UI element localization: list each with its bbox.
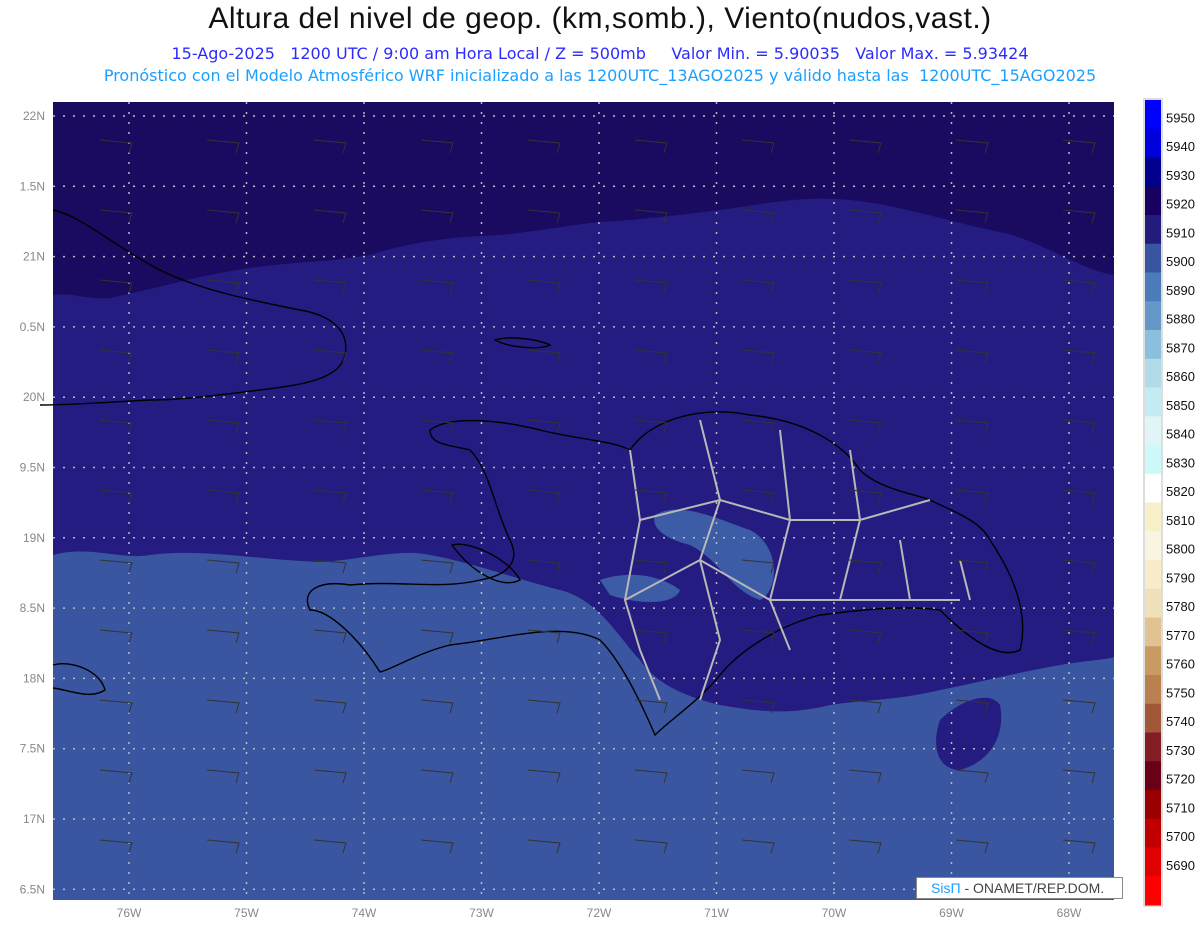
colorbar-label: 5780 <box>1166 599 1195 614</box>
lat-label: 1.5N <box>20 179 45 193</box>
colorbar-label: 5940 <box>1166 139 1195 154</box>
colorbar: 5950 5940 5930 5920 5910 5900 5890 5880 5870 5860… <box>1143 98 1195 907</box>
colorbar-swatch <box>1145 157 1161 187</box>
colorbar-label: 5950 <box>1166 110 1195 125</box>
lat-label: 22N <box>23 109 45 123</box>
colorbar-label: 5870 <box>1166 340 1195 355</box>
geopotential-map: 22N 1.5N 21N 0.5N 20N 9.5N 19N 8.5N 18N 7.5N 17N 6.… <box>20 98 1195 920</box>
colorbar-label: 5760 <box>1166 657 1195 672</box>
colorbar-swatch <box>1145 445 1161 475</box>
colorbar-swatch <box>1145 272 1161 302</box>
colorbar-label: 5890 <box>1166 283 1195 298</box>
colorbar-swatch <box>1145 387 1161 417</box>
colorbar-label: 5710 <box>1166 800 1195 815</box>
lon-label: 75W <box>234 906 259 920</box>
lat-label: 19N <box>23 531 45 545</box>
lon-label: 70W <box>822 906 847 920</box>
colorbar-label: 5790 <box>1166 570 1195 585</box>
colorbar-swatch <box>1145 128 1161 158</box>
colorbar-swatch <box>1145 847 1161 877</box>
colorbar-swatch <box>1145 617 1161 647</box>
colorbar-label: 5860 <box>1166 369 1195 384</box>
colorbar-label: 5800 <box>1166 542 1195 557</box>
lon-label: 73W <box>469 906 494 920</box>
colorbar-label: 5820 <box>1166 484 1195 499</box>
chart-subtitle: 15-Ago-2025 1200 UTC / 9:00 am Hora Loca… <box>171 44 1029 63</box>
colorbar-label: 5900 <box>1166 254 1195 269</box>
colorbar-swatch <box>1145 560 1161 590</box>
colorbar-label: 5920 <box>1166 197 1195 212</box>
colorbar-swatch <box>1145 215 1161 245</box>
colorbar-swatch <box>1145 732 1161 762</box>
colorbar-swatch <box>1145 330 1161 360</box>
colorbar-swatch <box>1145 531 1161 561</box>
colorbar-swatch <box>1145 761 1161 791</box>
colorbar-swatch <box>1145 473 1161 503</box>
lon-label: 74W <box>352 906 377 920</box>
colorbar-label: 5810 <box>1166 513 1195 528</box>
colorbar-label: 5770 <box>1166 628 1195 643</box>
lat-label: 9.5N <box>20 461 45 475</box>
lat-label: 18N <box>23 671 45 685</box>
lon-label: 76W <box>117 906 142 920</box>
credit-label: SisΠ - ONAMET/REP.DOM. <box>916 877 1123 899</box>
colorbar-swatch <box>1145 588 1161 618</box>
model-info: Pronóstico con el Modelo Atmosférico WRF… <box>103 66 1097 85</box>
colorbar-label: 5930 <box>1166 168 1195 183</box>
lat-label: 21N <box>23 250 45 264</box>
credit-text: - ONAMET/REP.DOM. <box>960 880 1105 896</box>
colorbar-swatch <box>1145 646 1161 676</box>
colorbar-swatch <box>1145 703 1161 733</box>
colorbar-swatch <box>1145 675 1161 705</box>
colorbar-label: 5690 <box>1166 858 1195 873</box>
lat-label: 17N <box>23 812 45 826</box>
colorbar-swatch <box>1145 186 1161 216</box>
chart-title: Altura del nivel de geop. (km,somb.), Vi… <box>208 2 992 35</box>
colorbar-label: 5730 <box>1166 743 1195 758</box>
map-fill <box>53 102 1114 900</box>
colorbar-swatch <box>1145 790 1161 820</box>
colorbar-label: 5740 <box>1166 714 1195 729</box>
colorbar-label: 5720 <box>1166 772 1195 787</box>
lat-label: 6.5N <box>20 882 45 896</box>
colorbar-swatch <box>1145 818 1161 848</box>
lon-label: 68W <box>1057 906 1082 920</box>
colorbar-label: 5880 <box>1166 312 1195 327</box>
colorbar-label: 5850 <box>1166 398 1195 413</box>
colorbar-label: 5700 <box>1166 829 1195 844</box>
lat-label: 0.5N <box>20 320 45 334</box>
colorbar-swatch <box>1145 301 1161 331</box>
lat-label: 20N <box>23 390 45 404</box>
lat-label: 7.5N <box>20 742 45 756</box>
lat-label: 8.5N <box>20 601 45 615</box>
colorbar-swatch <box>1145 876 1161 906</box>
colorbar-swatch <box>1145 358 1161 388</box>
colorbar-swatch <box>1145 416 1161 446</box>
colorbar-swatch <box>1145 100 1161 130</box>
lon-label: 69W <box>939 906 964 920</box>
sispi-logo: SisΠ <box>931 880 961 896</box>
colorbar-swatch <box>1145 243 1161 273</box>
colorbar-label: 5750 <box>1166 685 1195 700</box>
lon-label: 72W <box>587 906 612 920</box>
colorbar-label: 5840 <box>1166 427 1195 442</box>
colorbar-label: 5830 <box>1166 455 1195 470</box>
lon-label: 71W <box>704 906 729 920</box>
colorbar-swatch <box>1145 502 1161 532</box>
colorbar-label: 5910 <box>1166 225 1195 240</box>
